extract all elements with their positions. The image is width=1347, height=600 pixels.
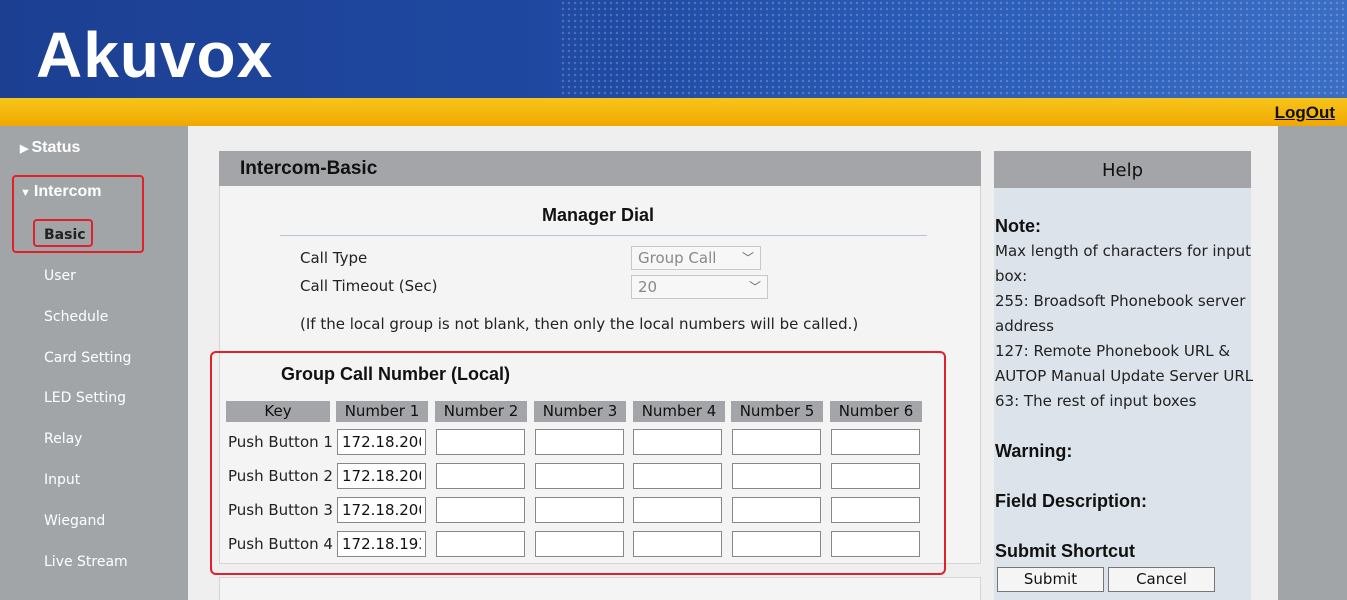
push-button-1-number-3-input[interactable] xyxy=(535,429,624,455)
group-call-title: Group Call Number (Local) xyxy=(281,364,511,384)
sidebar-item-relay[interactable]: Relay xyxy=(44,431,82,447)
help-warning-heading: Warning: xyxy=(995,441,1073,461)
section-divider xyxy=(280,235,927,236)
call-type-value: Group Call xyxy=(638,249,717,267)
column-header-number-6: Number 6 xyxy=(830,401,922,422)
manager-dial-title: Manager Dial xyxy=(542,205,655,225)
help-note-line: 255: Broadsoft Phonebook server xyxy=(995,292,1246,310)
push-button-1-number-5-input[interactable] xyxy=(732,429,821,455)
help-note-line: address xyxy=(995,317,1054,335)
sidebar-item-status[interactable]: ▶ Status xyxy=(20,139,80,157)
sidebar-item-basic[interactable]: Basic xyxy=(44,227,86,243)
call-type-label: Call Type xyxy=(300,249,368,267)
help-note-line: AUTOP Manual Update Server URL xyxy=(995,367,1254,385)
push-button-2-number-2-input[interactable] xyxy=(436,463,525,489)
push-button-3-number-2-input[interactable] xyxy=(436,497,525,523)
call-timeout-select[interactable]: 20 ﹀ xyxy=(631,275,768,299)
column-header-number-2: Number 2 xyxy=(435,401,527,422)
submit-button[interactable]: Submit xyxy=(997,567,1104,592)
sidebar-item-card-setting[interactable]: Card Setting xyxy=(44,350,131,366)
call-type-select[interactable]: Group Call ﹀ xyxy=(631,246,761,270)
help-submit-shortcut-heading: Submit Shortcut xyxy=(995,541,1135,561)
push-button-1-number-6-input[interactable] xyxy=(831,429,920,455)
push-button-4-number-5-input[interactable] xyxy=(732,531,821,557)
page-title: Intercom-Basic xyxy=(240,158,378,179)
push-button-4-number-1-input[interactable] xyxy=(337,531,426,557)
push-button-3-number-6-input[interactable] xyxy=(831,497,920,523)
help-note-line: 127: Remote Phonebook URL & xyxy=(995,342,1231,360)
push-button-4-number-4-input[interactable] xyxy=(633,531,722,557)
push-button-4-number-6-input[interactable] xyxy=(831,531,920,557)
push-button-1-number-2-input[interactable] xyxy=(436,429,525,455)
right-gutter xyxy=(1278,126,1347,600)
header-pattern xyxy=(560,0,1347,98)
row-label-push-button-2: Push Button 2 xyxy=(228,467,333,485)
chevron-down-icon: ﹀ xyxy=(741,251,754,265)
push-button-2-number-6-input[interactable] xyxy=(831,463,920,489)
cancel-button[interactable]: Cancel xyxy=(1108,567,1215,592)
sidebar-item-schedule[interactable]: Schedule xyxy=(44,309,108,325)
call-timeout-label: Call Timeout (Sec) xyxy=(300,277,438,295)
triangle-right-icon: ▶ xyxy=(20,143,29,155)
column-header-key: Key xyxy=(226,401,330,422)
call-timeout-value: 20 xyxy=(638,278,658,296)
push-button-2-number-1-input[interactable] xyxy=(337,463,426,489)
push-button-2-number-3-input[interactable] xyxy=(535,463,624,489)
column-header-number-1: Number 1 xyxy=(336,401,428,422)
column-header-number-3: Number 3 xyxy=(534,401,626,422)
row-label-push-button-3: Push Button 3 xyxy=(228,501,333,519)
akuvox-logo: Akuvox xyxy=(36,19,274,91)
logout-link[interactable]: LogOut xyxy=(1275,103,1335,123)
help-note-heading: Note: xyxy=(995,216,1041,236)
help-note-line: 63: The rest of input boxes xyxy=(995,392,1197,410)
push-button-2-number-4-input[interactable] xyxy=(633,463,722,489)
sidebar-item-user[interactable]: User xyxy=(44,268,76,284)
top-accent-bar xyxy=(0,98,1347,126)
sidebar-item-input[interactable]: Input xyxy=(44,472,80,488)
row-label-push-button-4: Push Button 4 xyxy=(228,535,333,553)
row-label-push-button-1: Push Button 1 xyxy=(228,433,333,451)
help-note-line: Max length of characters for input xyxy=(995,242,1251,260)
column-header-number-4: Number 4 xyxy=(633,401,725,422)
push-button-3-number-5-input[interactable] xyxy=(732,497,821,523)
help-note-line: box: xyxy=(995,267,1028,285)
help-field-description-heading: Field Description: xyxy=(995,491,1148,511)
help-title: Help xyxy=(994,151,1251,188)
push-button-3-number-3-input[interactable] xyxy=(535,497,624,523)
sidebar-item-wiegand[interactable]: Wiegand xyxy=(44,513,105,529)
sidebar-item-live-stream[interactable]: Live Stream xyxy=(44,554,128,570)
sidebar-item-led-setting[interactable]: LED Setting xyxy=(44,390,126,406)
push-button-1-number-1-input[interactable] xyxy=(337,429,426,455)
local-group-note: (If the local group is not blank, then o… xyxy=(300,315,859,333)
header-banner: Akuvox xyxy=(0,0,1347,98)
push-button-3-number-4-input[interactable] xyxy=(633,497,722,523)
push-button-4-number-3-input[interactable] xyxy=(535,531,624,557)
push-button-4-number-2-input[interactable] xyxy=(436,531,525,557)
sidebar-item-label: Status xyxy=(31,139,81,156)
next-section-panel xyxy=(219,577,981,600)
push-button-2-number-5-input[interactable] xyxy=(732,463,821,489)
push-button-1-number-4-input[interactable] xyxy=(633,429,722,455)
push-button-3-number-1-input[interactable] xyxy=(337,497,426,523)
chevron-down-icon: ﹀ xyxy=(748,280,761,294)
column-header-number-5: Number 5 xyxy=(731,401,823,422)
